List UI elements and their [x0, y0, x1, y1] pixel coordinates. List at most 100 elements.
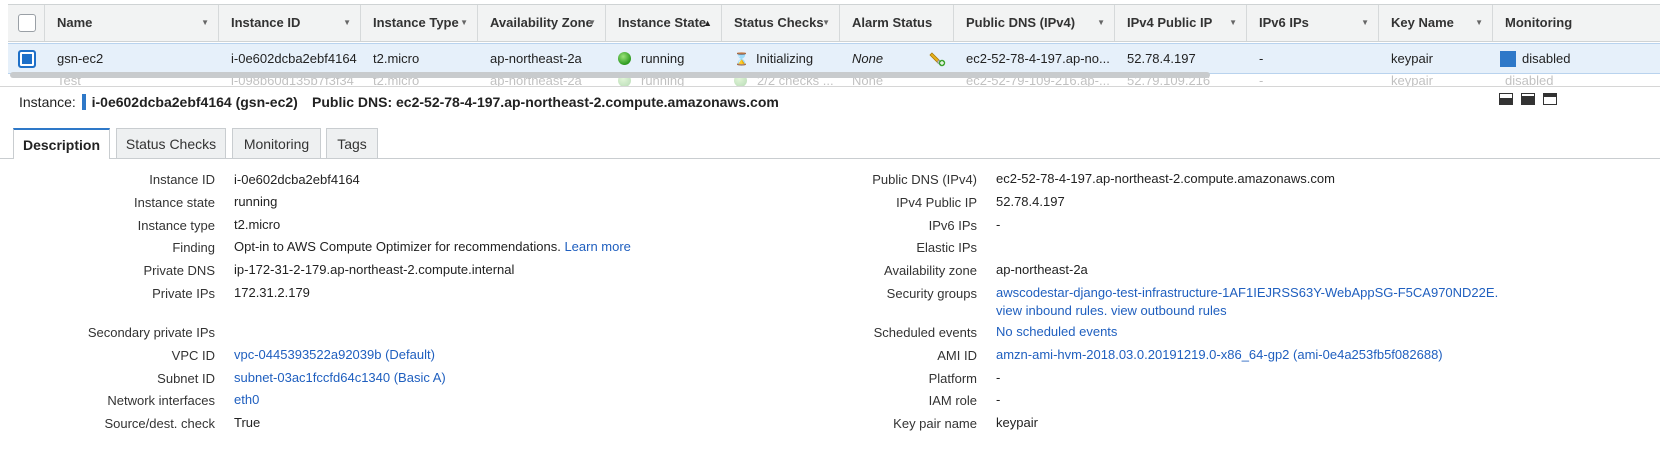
field-label: Secondary private IPs	[87, 325, 215, 340]
field-label: Instance state	[134, 195, 215, 210]
layout-full-icon[interactable]	[1543, 93, 1557, 105]
ami-id-link[interactable]: amzn-ami-hvm-2018.03.0.20191219.0-x86_64…	[996, 346, 1443, 364]
sort-caret-icon[interactable]: ▼	[822, 5, 830, 41]
column-header-key-name[interactable]: Key Name ▼	[1379, 5, 1493, 41]
add-alarm-icon[interactable]	[928, 50, 946, 68]
field-label: Private DNS	[143, 263, 215, 278]
field-label: Subnet ID	[157, 371, 215, 386]
field-label: Availability zone	[884, 263, 977, 278]
scheduled-events-link[interactable]: No scheduled events	[996, 323, 1117, 341]
tab-monitoring[interactable]: Monitoring	[232, 128, 321, 158]
field-label: Network interfaces	[107, 393, 215, 408]
field-label: Key pair name	[893, 416, 977, 431]
cell-status-checks: ⌛ Initializing	[722, 44, 840, 73]
panel-resize-handle[interactable]: • • •	[778, 83, 797, 86]
field-label: Security groups	[886, 286, 977, 301]
field-label: Instance type	[137, 218, 215, 233]
column-header-monitoring[interactable]: Monitoring	[1493, 5, 1660, 41]
column-instance-type-label: Instance Type	[373, 15, 459, 30]
instance-state-text: running	[641, 51, 685, 66]
field-label: Finding	[172, 240, 215, 255]
field-value-platform: -	[996, 370, 1001, 385]
column-header-status-checks[interactable]: Status Checks ▼	[722, 5, 840, 41]
field-value-ipv6-ips: -	[996, 217, 1001, 232]
sort-caret-icon[interactable]: ▼	[1097, 5, 1105, 41]
cell-ipv6-ips: -	[1259, 74, 1264, 87]
cell-instance-state: running	[606, 44, 722, 73]
security-group-link[interactable]: awscodestar-django-test-infrastructure-1…	[996, 284, 1498, 302]
table-row[interactable]: gsn-ec2 i-0e602dcba2ebf4164 t2.micro ap-…	[8, 43, 1660, 74]
column-monitoring-label: Monitoring	[1505, 15, 1573, 30]
sort-caret-icon[interactable]: ▼	[201, 5, 209, 41]
column-status-checks-label: Status Checks	[734, 15, 824, 30]
field-value-private-ips: 172.31.2.179	[234, 285, 310, 300]
field-label: Elastic IPs	[916, 240, 977, 255]
field-value-instance-state: running	[234, 194, 278, 209]
instance-heading-value: i-0e602dcba2ebf4164 (gsn-ec2)	[91, 94, 298, 110]
cell-public-dns: ec2-52-78-4-197.ap-no...	[966, 51, 1110, 66]
field-value-instance-id: i-0e602dcba2ebf4164	[234, 172, 360, 187]
tab-description[interactable]: Description	[13, 128, 110, 159]
field-label: Public DNS (IPv4)	[872, 172, 977, 187]
horizontal-scrollbar[interactable]	[10, 72, 1210, 78]
cell-monitoring: disabled	[1493, 44, 1660, 73]
tab-tags[interactable]: Tags	[326, 128, 378, 158]
column-header-instance-id[interactable]: Instance ID ▼	[219, 5, 361, 41]
sort-caret-icon[interactable]: ▼	[1361, 5, 1369, 41]
cell-name: gsn-ec2	[57, 51, 104, 66]
field-value-key-pair-name: keypair	[996, 415, 1038, 430]
column-header-ipv6-ips[interactable]: IPv6 IPs ▼	[1247, 5, 1379, 41]
select-all-checkbox[interactable]	[18, 14, 36, 32]
column-ipv6-ips-label: IPv6 IPs	[1259, 15, 1309, 30]
field-value-finding: Opt-in to AWS Compute Optimizer for reco…	[234, 238, 631, 256]
column-header-public-dns[interactable]: Public DNS (IPv4) ▼	[954, 5, 1115, 41]
field-label: Platform	[928, 371, 977, 386]
learn-more-link[interactable]: Learn more	[564, 239, 630, 254]
field-value-public-dns: ec2-52-78-4-197.ap-northeast-2.compute.a…	[996, 171, 1335, 186]
column-header-name[interactable]: Name ▼	[45, 5, 219, 41]
cell-instance-id: i-0e602dcba2ebf4164	[231, 51, 357, 66]
vpc-id-link[interactable]: vpc-0445393522a92039b (Default)	[234, 346, 435, 364]
column-header-instance-state[interactable]: Instance State ▲	[606, 5, 722, 41]
detail-tabs: Description Status Checks Monitoring Tag…	[0, 128, 1660, 159]
layout-split-icon[interactable]	[1521, 93, 1535, 105]
sort-ascending-icon[interactable]: ▲	[703, 5, 712, 41]
column-header-availability-zone[interactable]: Availability Zone ▼	[478, 5, 606, 41]
field-value-ipv4-public-ip: 52.78.4.197	[996, 194, 1065, 209]
column-alarm-status-label: Alarm Status	[852, 15, 933, 30]
public-dns-heading-label: Public DNS:	[312, 94, 393, 110]
column-header-ipv4-public-ip[interactable]: IPv4 Public IP ▼	[1115, 5, 1247, 41]
row-checkbox[interactable]	[18, 50, 36, 68]
cell-key-name: keypair	[1391, 51, 1433, 66]
field-label: AMI ID	[937, 348, 977, 363]
field-value-instance-type: t2.micro	[234, 217, 281, 232]
view-outbound-rules-link[interactable]: view outbound rules	[1111, 303, 1227, 318]
field-value-iam-role: -	[996, 392, 1001, 407]
instances-grid: Name ▼ Instance ID ▼ Instance Type ▼ Availa…	[0, 0, 1660, 87]
subnet-id-link[interactable]: subnet-03ac1fccfd64c1340 (Basic A)	[234, 369, 446, 387]
cell-instance-type: t2.micro	[373, 51, 420, 66]
field-label: IPv6 IPs	[928, 218, 977, 233]
instance-heading-label: Instance:	[19, 94, 76, 110]
field-label: IAM role	[928, 393, 977, 408]
running-status-icon	[618, 52, 631, 65]
sort-caret-icon[interactable]: ▼	[1475, 5, 1483, 41]
tab-status-checks[interactable]: Status Checks	[116, 128, 226, 158]
field-label: Instance ID	[149, 172, 215, 187]
status-checks-text: Initializing	[756, 51, 814, 66]
monitoring-text: disabled	[1522, 51, 1571, 66]
layout-bottom-icon[interactable]	[1499, 93, 1513, 105]
sort-caret-icon[interactable]: ▼	[343, 5, 351, 41]
field-value-source-dest-check: True	[234, 415, 261, 430]
sort-caret-icon[interactable]: ▼	[588, 5, 596, 41]
column-header-instance-type[interactable]: Instance Type ▼	[361, 5, 478, 41]
network-interface-link[interactable]: eth0	[234, 391, 259, 409]
sort-caret-icon[interactable]: ▼	[460, 5, 468, 41]
cell-ipv6-ips: -	[1259, 51, 1264, 66]
cell-alarm-status: None	[840, 44, 954, 73]
view-inbound-rules-link[interactable]: view inbound rules	[996, 303, 1104, 318]
sort-caret-icon[interactable]: ▼	[1229, 5, 1237, 41]
column-header-alarm-status[interactable]: Alarm Status	[840, 5, 954, 41]
cell-availability-zone: ap-northeast-2a	[490, 51, 582, 66]
field-value-availability-zone: ap-northeast-2a	[996, 262, 1088, 277]
